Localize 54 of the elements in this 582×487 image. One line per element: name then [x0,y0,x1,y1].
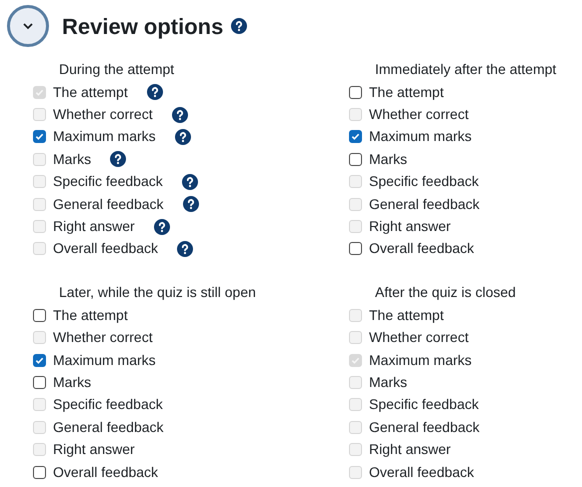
checkbox-label: Right answer [53,440,135,460]
checkbox[interactable] [33,354,46,367]
checkbox-label: Maximum marks [53,127,156,146]
checkbox-label: The attempt [369,306,444,325]
checkbox[interactable] [33,466,46,479]
checkbox-label: Right answer [369,217,451,236]
checkbox-label: Specific feedback [369,172,479,192]
check-icon [35,132,44,142]
help-icon[interactable] [174,128,191,145]
checkbox-label: General feedback [53,418,164,437]
checkbox-label: Marks [53,372,92,392]
checkbox-label: Overall feedback [53,462,158,482]
checkbox-label: Whether correct [369,105,469,124]
checkbox-label: Whether correct [369,328,469,348]
section-title: Review options [62,12,224,41]
checkbox-label: Marks [53,150,92,169]
checkbox-label: Right answer [53,217,135,236]
checkbox-label: Marks [369,372,408,392]
checkbox-label: Whether correct [53,105,153,124]
checkbox-label: Maximum marks [369,127,472,146]
checkbox[interactable] [349,130,362,144]
checkbox-label: The attempt [53,82,128,102]
check-icon [35,88,44,97]
checkbox[interactable] [349,242,362,256]
checkbox-label: Overall feedback [369,239,474,258]
checkbox-label: General feedback [369,418,480,437]
checkbox-label: Marks [369,150,408,169]
checkbox-label: General feedback [369,194,480,214]
checkbox[interactable] [33,308,46,322]
group-heading: After the quiz is closed [374,283,517,302]
checkbox-label: Overall feedback [369,462,474,482]
checkbox[interactable] [33,130,46,144]
checkbox-label: Specific feedback [53,395,163,414]
check-icon [351,132,360,142]
checkbox-label: Whether correct [53,328,153,348]
group-heading: During the attempt [58,60,176,79]
checkbox[interactable] [349,152,362,166]
checkbox-label: The attempt [369,82,444,102]
checkbox-label: Specific feedback [369,395,479,414]
check-icon [35,356,44,365]
group-heading: Immediately after the attempt [374,60,558,79]
checkbox-label: Specific feedback [53,172,163,192]
help-icon[interactable] [231,18,248,34]
collapse-button[interactable] [7,5,49,47]
checkbox-label: The attempt [53,306,128,325]
checkbox-label: Right answer [369,440,451,460]
checkbox-label: Maximum marks [369,350,472,370]
checkbox-label: Maximum marks [53,350,156,370]
group-heading: Later, while the quiz is still open [58,283,257,302]
checkbox-label: Overall feedback [53,239,158,258]
checkbox[interactable] [33,376,46,389]
checkbox[interactable] [349,86,362,99]
check-icon [351,356,360,365]
checkbox-label: General feedback [53,194,164,214]
